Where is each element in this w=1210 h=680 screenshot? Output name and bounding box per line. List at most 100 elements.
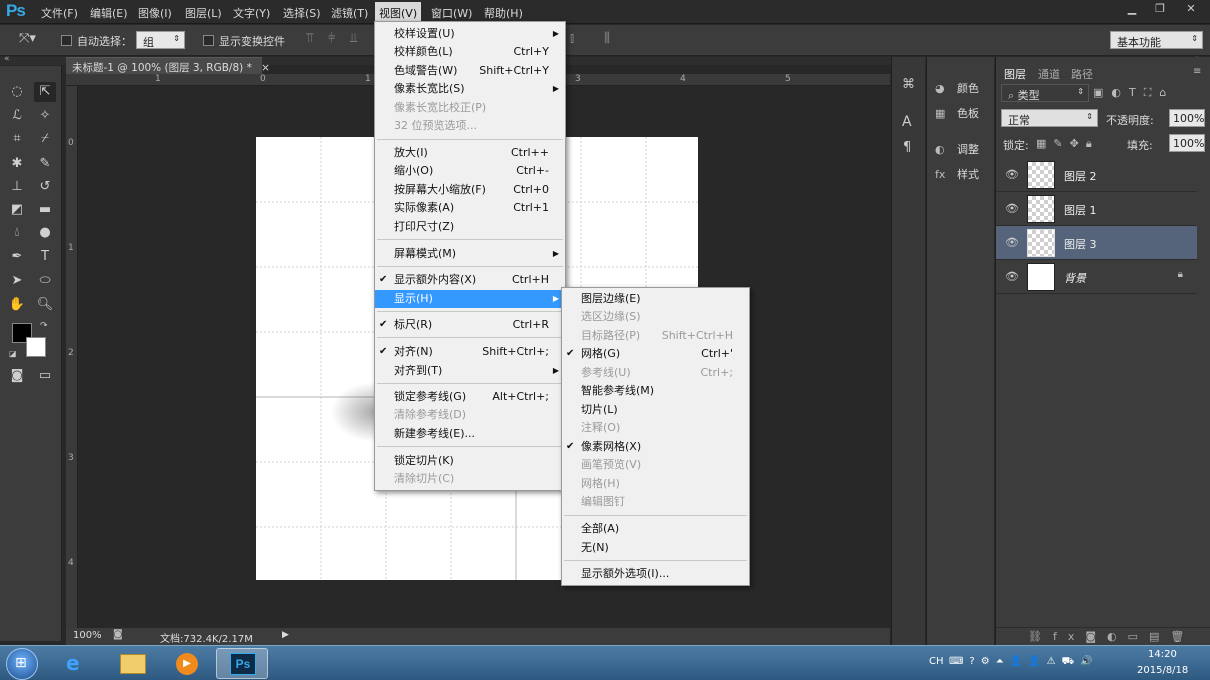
menu-item-smart-guides[interactable]: 智能参考线(M) — [562, 382, 749, 400]
visibility-eye-icon[interactable]: 👁︎ — [1005, 202, 1019, 215]
align-top-icon[interactable]: ⫪ — [306, 31, 313, 46]
fill-field[interactable]: 100% — [1169, 134, 1205, 152]
menu-item-lock-guides[interactable]: 锁定参考线(G) Alt+Ctrl+; — [375, 388, 565, 406]
menu-item-zoom-in[interactable]: 放大(I) Ctrl++ — [375, 144, 565, 162]
menu-item-slices[interactable]: 切片(L) — [562, 401, 749, 419]
swap-colors-icon[interactable]: ↷ — [40, 321, 48, 331]
styles-panel-button[interactable]: fx 样式 — [935, 166, 979, 186]
opacity-field[interactable]: 100% — [1169, 109, 1205, 127]
move-tool-icon[interactable]: ⇱ — [34, 82, 56, 102]
menu-item-print-size[interactable]: 打印尺寸(Z) — [375, 218, 565, 236]
history-panel-icon[interactable]: ⌘ — [902, 77, 915, 92]
menu-item-rulers[interactable]: ✔ 标尺(R) Ctrl+R — [375, 316, 565, 334]
panel-menu-icon[interactable]: ≡ — [1193, 66, 1201, 77]
auto-select-dropdown[interactable]: 组 ⇕ — [136, 31, 185, 49]
menu-item-gamut-warning[interactable]: 色域警告(W) Shift+Ctrl+Y — [375, 62, 565, 80]
clock-date[interactable]: 2015/8/18 — [1137, 665, 1188, 676]
menu-item-target-path[interactable]: 目标路径(P) Shift+Ctrl+H — [562, 327, 749, 345]
menu-item-extras[interactable]: ✔ 显示额外内容(X) Ctrl+H — [375, 271, 565, 289]
menu-item-grid[interactable]: ✔ 网格(G) Ctrl+' — [562, 345, 749, 363]
auto-select-checkbox[interactable] — [61, 35, 72, 46]
type-tool-icon[interactable]: T — [34, 247, 56, 267]
menu-item-none[interactable]: 无(N) — [562, 539, 749, 557]
path-selection-tool-icon[interactable]: ➤ — [6, 271, 28, 291]
menu-item-layer-edges[interactable]: 图层边缘(E) — [562, 290, 749, 308]
eraser-tool-icon[interactable]: ◩ — [6, 200, 28, 220]
layer-filter-dropdown[interactable]: ⌕ 类型 ⇕ — [1001, 84, 1089, 102]
start-button[interactable]: ⊞ — [6, 648, 38, 680]
visibility-eye-icon[interactable]: 👁︎ — [1005, 168, 1019, 181]
menu-item-proof-setup[interactable]: 校样设置(U) ▶ — [375, 25, 565, 43]
lasso-tool-icon[interactable]: ℒ — [6, 106, 28, 126]
explorer-taskbar-button[interactable] — [108, 648, 160, 679]
menu-window[interactable]: 窗口(W) — [427, 4, 476, 22]
swatches-panel-button[interactable]: ▦ 色板 — [935, 105, 979, 125]
menu-item-actual-pixels[interactable]: 实际像素(A) Ctrl+1 — [375, 199, 565, 217]
workspace-dropdown[interactable]: 基本功能 ⇕ — [1110, 31, 1203, 49]
menu-item-zoom-out[interactable]: 缩小(O) Ctrl+- — [375, 162, 565, 180]
menu-item-show-extras-options[interactable]: 显示额外选项(I)... — [562, 565, 749, 583]
eyedropper-tool-icon[interactable]: ⌿ — [34, 129, 56, 149]
status-menu-arrow-icon[interactable]: ▶ — [282, 630, 289, 640]
pen-tool-icon[interactable]: ✒ — [6, 247, 28, 267]
menu-select[interactable]: 选择(S) — [279, 4, 325, 22]
dodge-tool-icon[interactable]: ● — [34, 223, 56, 243]
menu-image[interactable]: 图像(I) — [134, 4, 176, 22]
menu-view[interactable]: 视图(V) — [375, 2, 422, 22]
layer-row[interactable]: 👁︎ 图层 2 — [996, 158, 1197, 192]
menu-item-lock-slices[interactable]: 锁定切片(K) — [375, 452, 565, 470]
menu-item-clear-guides[interactable]: 清除参考线(D) — [375, 406, 565, 424]
menu-item-edit-pins[interactable]: 编辑图钉 — [562, 493, 749, 511]
menu-item-snap[interactable]: ✔ 对齐(N) Shift+Ctrl+; — [375, 343, 565, 361]
magic-wand-tool-icon[interactable]: ✧ — [34, 106, 56, 126]
crop-tool-icon[interactable]: ⌗ — [6, 129, 28, 149]
ellipse-tool-icon[interactable]: ⬭ — [34, 271, 56, 291]
layer-row[interactable]: 👁︎ 背景 🔒︎ — [996, 260, 1197, 294]
layer-actions-icons[interactable]: ⛓fx◙◐▭▤🗑︎ — [1028, 630, 1195, 643]
language-indicator[interactable]: CH — [929, 656, 944, 667]
close-window-button[interactable]: ✕ — [1174, 0, 1208, 18]
menu-edit[interactable]: 编辑(E) — [86, 4, 132, 22]
menu-item-selection-edges[interactable]: 选区边缘(S) — [562, 308, 749, 326]
brush-tool-icon[interactable]: ✎ — [34, 154, 56, 174]
menu-layer[interactable]: 图层(L) — [181, 4, 226, 22]
color-panel-button[interactable]: ◕ 颜色 — [935, 80, 979, 100]
menu-type[interactable]: 文字(Y) — [229, 4, 274, 22]
zoom-level[interactable]: 100% — [73, 630, 102, 641]
zoom-tool-icon[interactable]: 🔍︎ — [34, 295, 56, 315]
filter-type-icons[interactable]: ▣◐T⛶⌂ — [1093, 86, 1174, 100]
distribute-icon[interactable]: ⫾ — [570, 31, 574, 46]
menu-item-proof-colors[interactable]: 校样颜色(L) Ctrl+Y — [375, 43, 565, 61]
menu-item-guides[interactable]: 参考线(U) Ctrl+; — [562, 364, 749, 382]
menu-item-brush-preview[interactable]: 画笔预览(V) — [562, 456, 749, 474]
layer-row[interactable]: 👁︎ 图层 1 — [996, 192, 1197, 226]
menu-filter[interactable]: 滤镜(T) — [327, 4, 372, 22]
history-brush-tool-icon[interactable]: ↺ — [34, 177, 56, 197]
paragraph-panel-icon[interactable]: ¶ — [903, 140, 911, 155]
expand-arrows-icon[interactable]: « — [4, 54, 10, 64]
minimize-button[interactable]: ▁ — [1118, 0, 1146, 18]
close-tab-icon[interactable]: × — [261, 62, 270, 74]
menu-item-all[interactable]: 全部(A) — [562, 520, 749, 538]
menu-item-pixel-aspect-ratio[interactable]: 像素长宽比(S) ▶ — [375, 80, 565, 98]
media-player-taskbar-button[interactable]: ▶ — [162, 648, 214, 679]
menu-help[interactable]: 帮助(H) — [480, 4, 527, 22]
menu-item-snap-to[interactable]: 对齐到(T) ▶ — [375, 362, 565, 380]
menu-item-mesh[interactable]: 网格(H) — [562, 475, 749, 493]
menu-item-32bit-preview[interactable]: 32 位预览选项... — [375, 117, 565, 135]
hand-tool-icon[interactable]: ✋ — [6, 295, 28, 315]
menu-item-show[interactable]: 显示(H) ▶ — [375, 290, 565, 308]
clock-time[interactable]: 14:20 — [1148, 649, 1177, 660]
menu-item-screen-mode[interactable]: 屏幕模式(M) ▶ — [375, 245, 565, 263]
marquee-tool-icon[interactable]: ◌ — [6, 82, 28, 102]
align-vcenter-icon[interactable]: ⫩ — [328, 31, 335, 46]
menu-item-pixel-aspect-correction[interactable]: 像素长宽比校正(P) — [375, 99, 565, 117]
restore-button[interactable]: ❐ — [1146, 0, 1174, 18]
move-tool-icon[interactable]: ⤧▾ — [19, 31, 36, 46]
clone-stamp-tool-icon[interactable]: ⊥ — [6, 177, 28, 197]
tab-channels[interactable]: 通道 — [1038, 66, 1060, 82]
tray-icons[interactable]: ⌨?⚙⏶👤👤⚠⛟🔊 — [949, 656, 1099, 669]
visibility-eye-icon[interactable]: 👁︎ — [1005, 236, 1019, 249]
menu-item-pixel-grid[interactable]: ✔ 像素网格(X) — [562, 438, 749, 456]
menu-item-clear-slices[interactable]: 清除切片(C) — [375, 470, 565, 488]
